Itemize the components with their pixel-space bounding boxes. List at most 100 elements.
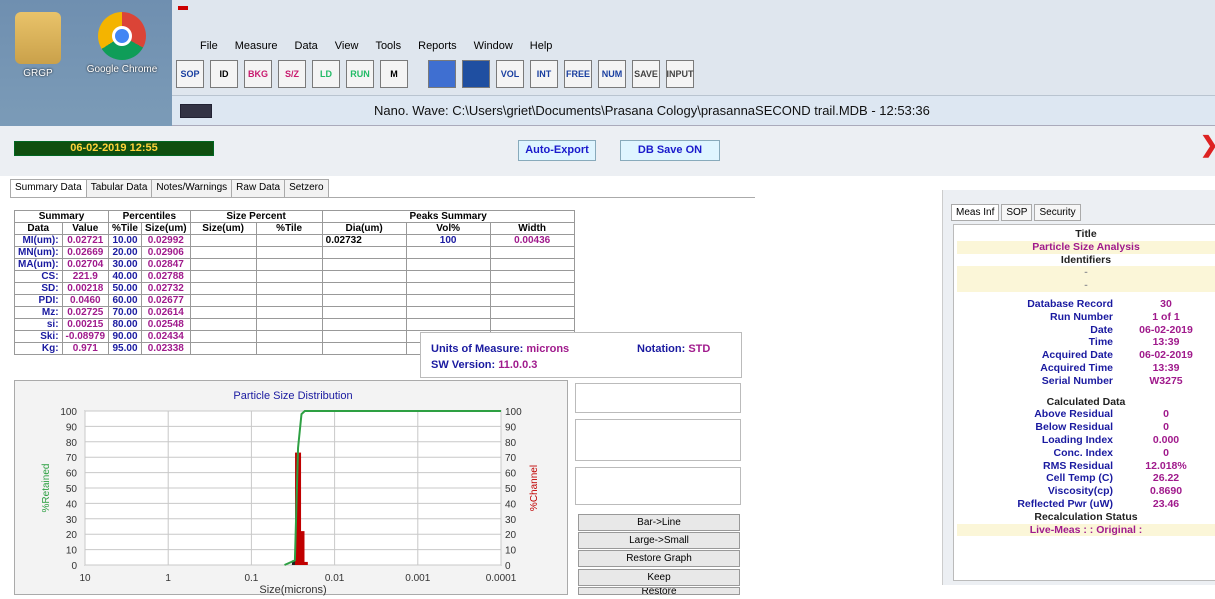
x-tick-label: 0.0001 (486, 573, 517, 584)
num-button[interactable]: NUM (598, 60, 626, 88)
menu-window[interactable]: Window (474, 40, 513, 52)
tab-summary-data[interactable]: Summary Data (10, 179, 87, 197)
menu-data[interactable]: Data (295, 40, 318, 52)
db-save-button[interactable]: DB Save ON (620, 140, 720, 161)
table-row: MN(um): 0.02669 20.00 0.02906 (14, 246, 575, 259)
peak-dia (321, 342, 407, 355)
y-tick-label-right: 30 (505, 515, 517, 526)
int-button[interactable]: INT (530, 60, 558, 88)
menu-file[interactable]: File (200, 40, 218, 52)
chrome-icon (98, 12, 146, 60)
run-button[interactable]: RUN (346, 60, 374, 88)
col-vol: Vol% (405, 222, 491, 235)
y-tick-label-left: 30 (66, 515, 78, 526)
col-tile: %Tile (108, 222, 142, 235)
save-button[interactable]: SAVE (632, 60, 660, 88)
menu-help[interactable]: Help (530, 40, 553, 52)
y-tick-label-left: 50 (66, 484, 78, 495)
menu-reports[interactable]: Reports (418, 40, 457, 52)
table-button[interactable] (428, 60, 456, 88)
percentile-size: 0.02338 (140, 342, 191, 355)
free-button[interactable]: FREE (564, 60, 592, 88)
vol-button[interactable]: VOL (496, 60, 524, 88)
id-button[interactable]: ID (210, 60, 238, 88)
y-tick-label-right: 90 (505, 422, 517, 433)
info-row-value: W3275 (1149, 374, 1183, 387)
summary-label: SD: (14, 282, 63, 295)
tab-setzero[interactable]: Setzero (284, 179, 329, 197)
info-row-value: 12.018% (1145, 459, 1187, 472)
y-tick-label-right: 0 (505, 561, 511, 572)
col-size-pct: Size(um) (189, 222, 257, 235)
percentile-tile: 60.00 (108, 294, 142, 307)
tab-notes-warnings[interactable]: Notes/Warnings (151, 179, 233, 197)
summary-value: -0.08979 (61, 330, 110, 343)
tab-raw-data[interactable]: Raw Data (231, 179, 286, 197)
info-row: Reflected Pwr (uW) 23.46 (957, 498, 1215, 511)
summary-value: 0.02725 (61, 306, 110, 319)
peak-dia (321, 330, 407, 343)
menu-measure[interactable]: Measure (235, 40, 278, 52)
menu-view[interactable]: View (335, 40, 359, 52)
menu-tools[interactable]: Tools (375, 40, 401, 52)
restore-button[interactable]: Restore (578, 587, 740, 595)
table-row: CS: 221.9 40.00 0.02788 (14, 270, 575, 283)
sz-button[interactable]: S/Z (278, 60, 306, 88)
info-row: Run Number 1 of 1 (957, 311, 1215, 324)
window-titlebar: Nano. Wave: C:\Users\griet\Documents\Pra… (172, 96, 1215, 126)
percentile-size: 0.02677 (140, 294, 191, 307)
size-percent-size (189, 282, 257, 295)
particle-size-chart: 0 0 10 10 20 20 30 30 40 40 50 50 60 60 70 70 80 80 90 90 10… (14, 380, 568, 596)
sop-button[interactable]: SOP (176, 60, 204, 88)
size-percent-tile (255, 306, 323, 319)
tab-sop[interactable]: SOP (1001, 204, 1033, 221)
peak-width (489, 282, 575, 295)
m-button[interactable]: M (380, 60, 408, 88)
keep-button[interactable]: Keep (578, 569, 740, 586)
percentile-tile: 10.00 (108, 234, 142, 247)
data-tabs: Summary Data Tabular Data Notes/Warnings… (10, 179, 329, 197)
bar-line-button[interactable]: Bar->Line (578, 514, 740, 531)
table-row: SD: 0.00218 50.00 0.02732 (14, 282, 575, 295)
large-small-button[interactable]: Large->Small (578, 532, 740, 549)
bar (301, 561, 308, 565)
info-rows-2: Above Residual 0 Below Residual 0 Loading In… (957, 408, 1215, 510)
col-tile-pct: %Tile (255, 222, 323, 235)
peak-vol (405, 282, 491, 295)
tab-tabular-data[interactable]: Tabular Data (85, 179, 153, 197)
desktop-icon-grgp[interactable]: GRGP (2, 6, 74, 79)
size-percent-header: Size Percent (189, 210, 323, 223)
info-identifier-2: - (957, 279, 1215, 292)
info-row-value: 23.46 (1152, 497, 1180, 510)
percentile-size: 0.02732 (140, 282, 191, 295)
percentile-tile: 30.00 (108, 258, 142, 271)
info-row: Above Residual 0 (957, 408, 1215, 421)
desktop-icon-chrome[interactable]: Google Chrome (86, 6, 158, 75)
folder-user-icon (15, 12, 61, 64)
percentile-size: 0.02906 (140, 246, 191, 259)
peak-dia (321, 294, 407, 307)
grid-button[interactable] (462, 60, 490, 88)
info-row: Conc. Index 0 (957, 447, 1215, 460)
size-percent-tile (255, 342, 323, 355)
tab-security[interactable]: Security (1034, 204, 1081, 221)
x-tick-label: 0.1 (244, 573, 258, 584)
input-button[interactable]: INPUT (666, 60, 694, 88)
y-tick-label-right: 60 (505, 469, 517, 480)
info-row: RMS Residual 12.018% (957, 460, 1215, 473)
load-button[interactable]: LD (312, 60, 340, 88)
peak-vol: 100 (405, 234, 491, 247)
table-row: Mz: 0.02725 70.00 0.02614 (14, 306, 575, 319)
y-tick-label-left: 10 (66, 546, 78, 557)
size-percent-tile (255, 294, 323, 307)
restore-graph-button[interactable]: Restore Graph (578, 550, 740, 567)
info-row: Acquired Date 06-02-2019 (957, 349, 1215, 362)
tab-meas-inf[interactable]: Meas Inf (951, 204, 1000, 221)
info-row-label: Run Number (1050, 310, 1113, 323)
info-rows-1: Database Record 30 Run Number 1 of 1 Date 06-… (957, 298, 1215, 388)
col-width: Width (489, 222, 575, 235)
close-icon[interactable]: ❯ (1200, 132, 1215, 158)
bkg-button[interactable]: BKG (244, 60, 272, 88)
auto-export-button[interactable]: Auto-Export (518, 140, 596, 161)
peak-vol (405, 270, 491, 283)
